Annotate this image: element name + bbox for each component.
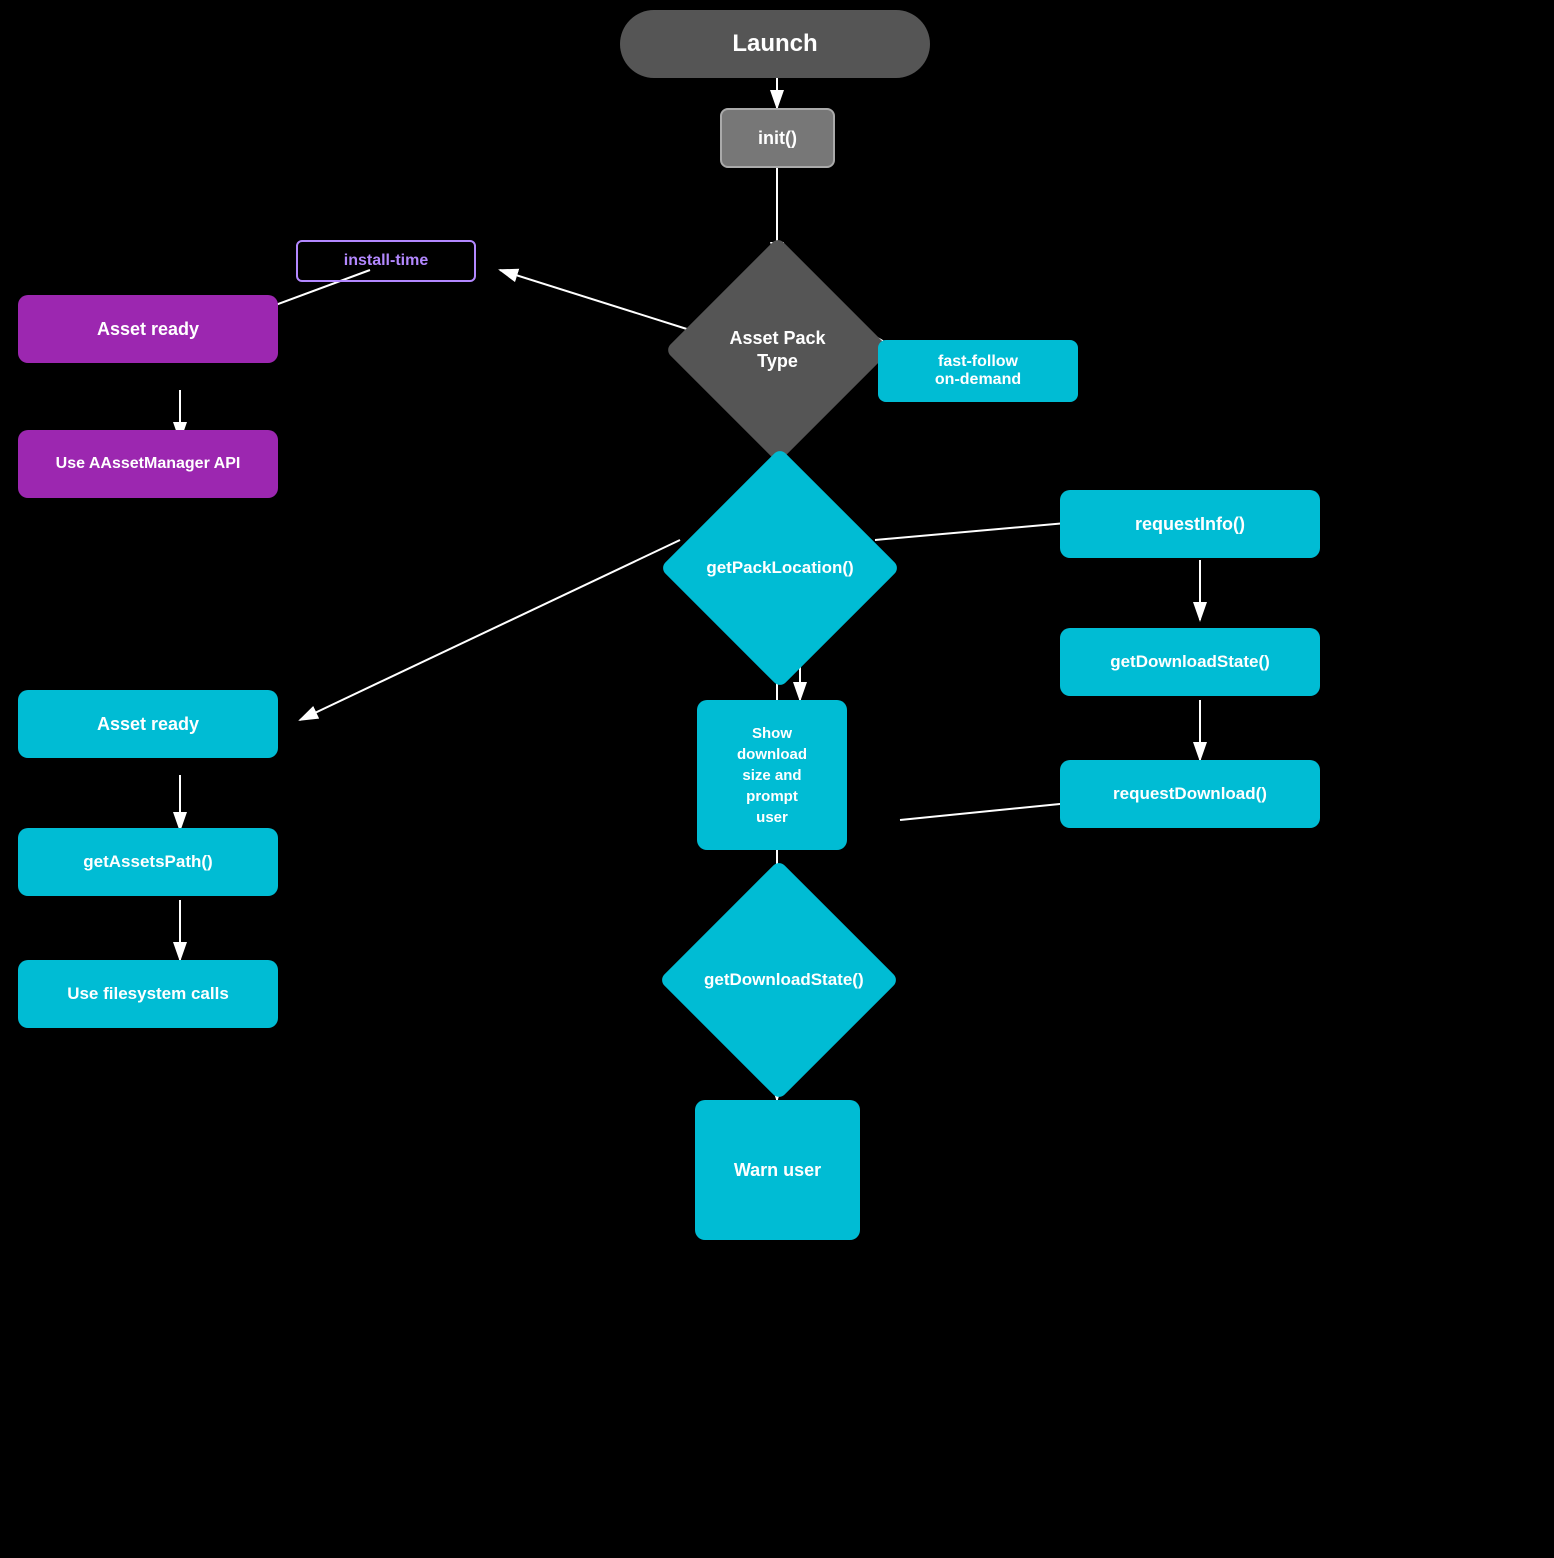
get-download-state-mid-diamond: getDownloadState() <box>655 880 903 1080</box>
asset-ready-top-node: Asset ready <box>18 295 278 363</box>
asset-pack-type-diamond: Asset Pack Type <box>665 240 890 460</box>
asset-ready-mid-node: Asset ready <box>18 690 278 758</box>
warn-user-node: Warn user <box>695 1100 860 1240</box>
show-download-node: Show download size and prompt user <box>697 700 847 850</box>
init-node: init() <box>720 108 835 168</box>
get-download-state-right-node: getDownloadState() <box>1060 628 1320 696</box>
get-pack-location-diamond: getPackLocation() <box>650 468 910 668</box>
launch-node: Launch <box>620 10 930 78</box>
use-filesystem-node: Use filesystem calls <box>18 960 278 1028</box>
request-download-node: requestDownload() <box>1060 760 1320 828</box>
use-aasset-node: Use AAssetManager API <box>18 430 278 498</box>
request-info-node: requestInfo() <box>1060 490 1320 558</box>
get-assets-path-node: getAssetsPath() <box>18 828 278 896</box>
fast-follow-node: fast-follow on-demand <box>878 340 1078 402</box>
install-time-label: install-time <box>296 240 476 282</box>
